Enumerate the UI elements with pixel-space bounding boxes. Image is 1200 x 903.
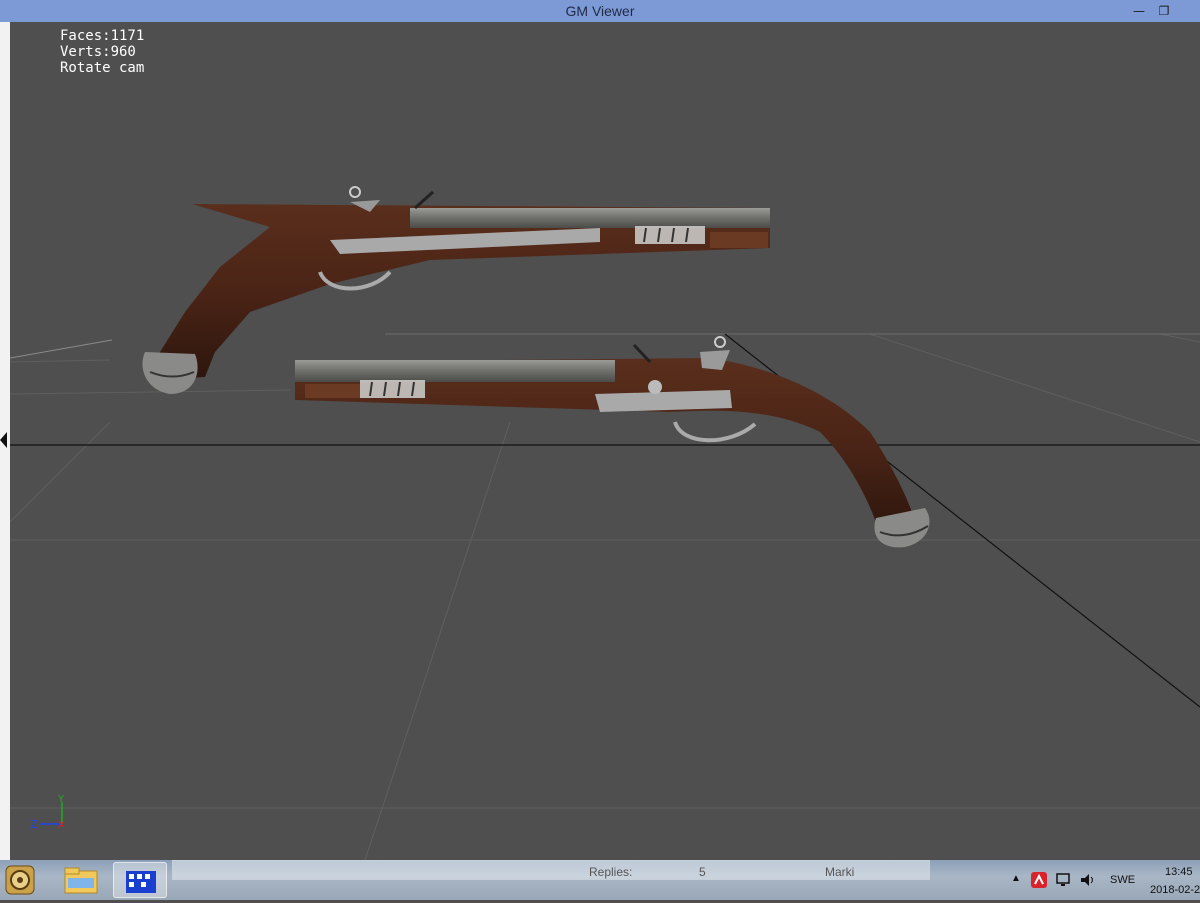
system-tray: ▲ SWE 13:45 2018-02-2 [1005,860,1200,900]
window-title: GM Viewer [565,3,635,19]
network-icon[interactable] [1055,872,1073,888]
volume-icon[interactable] [1079,872,1097,888]
replies-label: Replies: [589,865,633,879]
gm-viewer-icon[interactable] [113,862,167,898]
clock-date[interactable]: 2018-02-2 [1150,884,1200,896]
expand-panel-arrow-icon[interactable] [0,432,7,448]
background-window-edge[interactable]: Replies: 5 Marki [172,860,930,880]
replies-value: 5 [699,865,706,879]
restore-button[interactable]: ❐ [1153,2,1175,20]
antivirus-icon[interactable] [1031,872,1047,888]
file-explorer-icon[interactable] [54,862,108,898]
scene-canvas: Y Z X [10,186,1200,860]
model-stats-overlay: Faces:1171 Verts:960 Rotate cam [60,28,144,76]
input-language[interactable]: SWE [1110,874,1135,886]
faces-count: Faces:1171 [60,28,145,44]
title-bar[interactable]: GM Viewer — ❐ [0,0,1200,22]
grid-line-highlight [10,339,113,359]
mark-label: Marki [825,865,855,879]
axis-z-label: Z [30,818,38,831]
axis-gizmo: Y Z X [30,794,65,831]
camera-mode: Rotate cam [60,60,145,76]
clock-time[interactable]: 13:45 [1165,866,1193,878]
start-orb-icon[interactable] [2,862,38,898]
verts-count: Verts:960 [60,44,136,60]
axis-y-label: Y [57,794,65,805]
axis-x-label: X [58,820,65,831]
pistol-lower [295,336,930,548]
3d-viewport[interactable]: Y Z X Faces:1171 Verts:960 Rotate cam [10,22,1200,860]
taskbar: Replies: 5 Marki ▲ SWE 13:45 2018-02-2 [0,860,1200,900]
ground-grid [10,333,1200,860]
show-hidden-icons-icon[interactable]: ▲ [1011,873,1021,884]
minimize-button[interactable]: — [1128,2,1150,20]
